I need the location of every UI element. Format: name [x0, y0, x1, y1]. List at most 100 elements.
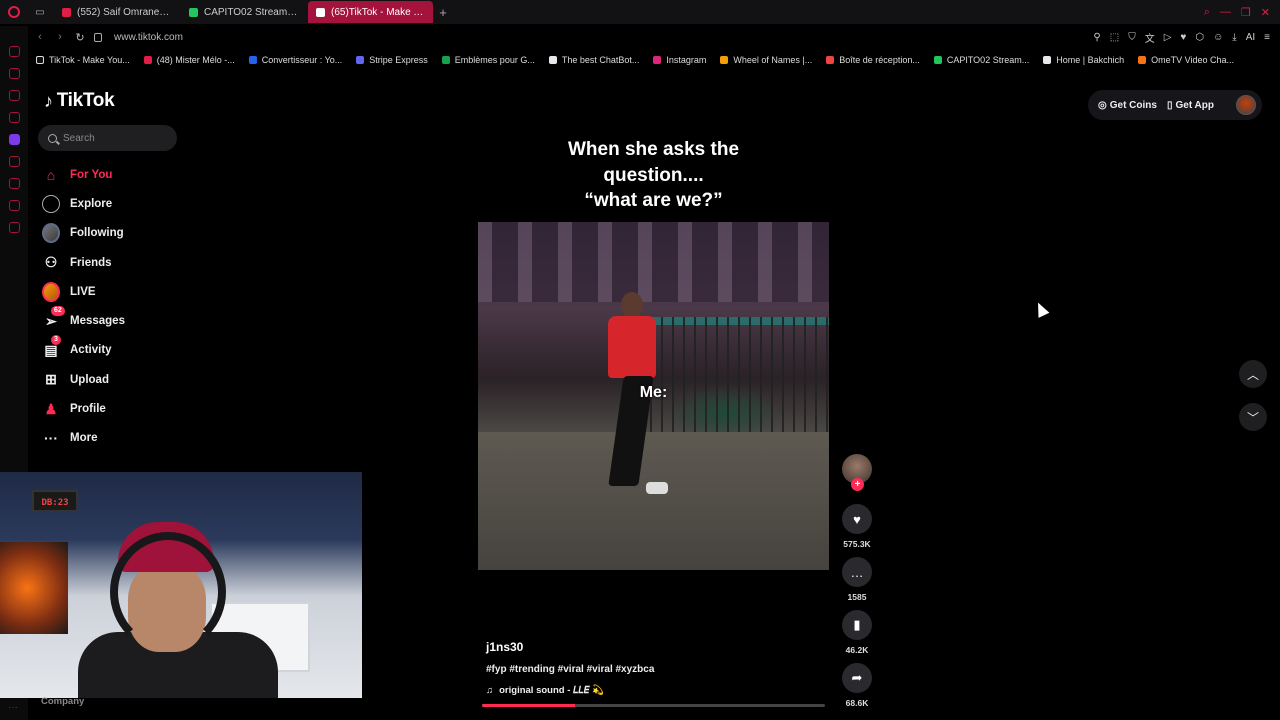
twitch-icon[interactable]: [8, 134, 20, 145]
webcam-led-sign: DB:23: [32, 490, 78, 512]
nav-upload[interactable]: ⊞ Upload: [42, 365, 202, 394]
previous-video-button[interactable]: ︿: [1239, 360, 1267, 388]
video-player[interactable]: Me:: [478, 222, 829, 570]
bookmark-favicon-icon: [1138, 56, 1147, 64]
video-sound[interactable]: ♫ original sound - 𝘓𝘓𝘌 💫: [486, 685, 604, 696]
rail-more-icon[interactable]: ···: [8, 702, 18, 713]
bookmark-item[interactable]: (48) Mister Mélo -...: [143, 55, 235, 65]
aria-icon[interactable]: [8, 68, 20, 79]
account-icon[interactable]: ☺: [1213, 32, 1223, 43]
tab-tiktok[interactable]: (65)TikTok - Make You: [308, 1, 433, 23]
forward-icon[interactable]: ›: [54, 31, 66, 43]
follow-plus-icon[interactable]: +: [851, 478, 864, 491]
nav-messages[interactable]: ➢ 62 Messages: [42, 306, 202, 335]
nav-explore[interactable]: Explore: [42, 189, 202, 218]
play-icon[interactable]: ▷: [1164, 32, 1172, 43]
bookmark-favicon-icon: [933, 56, 942, 64]
window-controls: ⌕ — ❐ ✕: [1204, 6, 1280, 19]
video-progress-bar[interactable]: [482, 704, 825, 707]
video-overlay-text: Me:: [639, 384, 668, 401]
nav-friends[interactable]: ⚇ Friends: [42, 248, 202, 277]
workspaces-icon[interactable]: ▭: [28, 0, 52, 24]
messenger-icon[interactable]: [8, 90, 20, 101]
url-field[interactable]: www.tiktok.com: [114, 32, 183, 43]
bookmarks-bar: TikTok - Make You... (48) Mister Mélo -.…: [28, 51, 1280, 69]
snapshot-icon[interactable]: ⬚: [1110, 32, 1119, 43]
bookmark-item[interactable]: OmeTV Video Cha...: [1138, 55, 1234, 65]
new-tab-button[interactable]: +: [433, 5, 453, 20]
kick-favicon-icon: [189, 7, 198, 17]
user-avatar[interactable]: [1236, 95, 1256, 115]
nav-live[interactable]: LIVE: [42, 277, 202, 306]
ai-button[interactable]: AI: [1246, 32, 1255, 43]
video-hashtags[interactable]: #fyp #trending #viral #viral #xyzbca: [486, 664, 654, 675]
mail-icon[interactable]: [8, 112, 20, 123]
heart-icon[interactable]: ♥: [1180, 32, 1186, 43]
address-tools: ⚲ ⬚ ⛉ 文 ▷ ♥ ⬡ ☺ ⤓ AI ≡: [1093, 30, 1280, 45]
bookmark-item[interactable]: Home | Bakchich: [1043, 55, 1124, 65]
comment-icon: …: [842, 557, 872, 587]
activity-icon: ▤ 3: [42, 335, 61, 359]
reload-icon[interactable]: ↻: [74, 31, 86, 44]
bookmark-item[interactable]: The best ChatBot...: [548, 55, 639, 65]
like-action[interactable]: ♥ 575.3K: [842, 504, 872, 549]
nav-more[interactable]: ··· More: [42, 424, 202, 453]
save-action[interactable]: ▮ 46.2K: [842, 610, 872, 655]
bookmark-item[interactable]: CAPITO02 Stream...: [933, 55, 1029, 65]
more-icon: ···: [44, 430, 58, 447]
nav-following[interactable]: Following: [42, 219, 202, 248]
maximize-icon[interactable]: ❐: [1241, 6, 1251, 19]
search-input[interactable]: [63, 132, 173, 144]
bookmark-item[interactable]: TikTok - Make You...: [36, 55, 130, 65]
nav-activity[interactable]: ▤ 3 Activity: [42, 335, 202, 365]
save-count: 46.2K: [845, 645, 869, 655]
tiktok-nav: ⌂ For You Explore Following ⚇ Friends LI…: [42, 160, 202, 453]
bookmark-item[interactable]: Convertisseur : Yo...: [248, 55, 342, 65]
bookmark-favicon-icon: [356, 56, 365, 64]
bookmark-pin-icon[interactable]: ⚲: [1093, 32, 1100, 43]
search-bar: [38, 125, 177, 151]
bookmark-favicon-icon: [826, 56, 835, 64]
downloads-icon[interactable]: [8, 200, 20, 211]
get-app-button[interactable]: ▯ Get App: [1167, 100, 1214, 111]
speed-dial-icon[interactable]: [8, 46, 20, 57]
bookmark-item[interactable]: Instagram: [653, 55, 706, 65]
comment-action[interactable]: … 1585: [842, 557, 872, 602]
history-icon[interactable]: [8, 178, 20, 189]
lock-icon[interactable]: [94, 32, 102, 42]
tab-youtube[interactable]: (552) Saif Omrane - Hedhi: [54, 1, 179, 23]
footer-company-link[interactable]: Company: [41, 696, 84, 707]
video-progress-fill: [482, 704, 575, 707]
minimize-icon[interactable]: —: [1220, 6, 1231, 19]
creator-avatar[interactable]: +: [842, 454, 872, 491]
bookmark-item[interactable]: Wheel of Names |...: [720, 55, 812, 65]
compass-icon: [42, 194, 60, 213]
get-coins-button[interactable]: ◎ Get Coins: [1098, 100, 1157, 111]
bookmark-item[interactable]: Stripe Express: [356, 55, 428, 65]
video-username[interactable]: j1ns30: [486, 640, 523, 654]
back-icon[interactable]: ‹: [34, 31, 46, 43]
vpn-shield-icon[interactable]: ⛉: [1128, 32, 1136, 43]
opera-logo[interactable]: [0, 0, 28, 24]
chevron-down-icon: ﹀: [1246, 410, 1259, 425]
player-icon[interactable]: [8, 156, 20, 167]
close-icon[interactable]: ✕: [1261, 6, 1270, 19]
share-action[interactable]: ➦ 68.6K: [842, 663, 872, 708]
menu-icon[interactable]: ≡: [1264, 32, 1270, 43]
nav-profile[interactable]: ♟ Profile: [42, 394, 202, 423]
nav-for-you[interactable]: ⌂ For You: [42, 160, 202, 189]
bookmark-item[interactable]: Boîte de réception...: [826, 55, 920, 65]
settings-icon[interactable]: [8, 222, 20, 233]
tiktok-logo[interactable]: ♪ TikTok: [44, 90, 115, 112]
bookmark-favicon-icon: [36, 56, 44, 64]
share-icon: ➦: [842, 663, 872, 693]
bookmark-favicon-icon: [143, 56, 152, 64]
extensions-icon[interactable]: ⬡: [1195, 32, 1204, 43]
tab-kick[interactable]: CAPITO02 Stream - Watch: [181, 1, 306, 23]
translate-icon[interactable]: 文: [1145, 30, 1155, 45]
next-video-button[interactable]: ﹀: [1239, 403, 1267, 431]
search-tabs-icon[interactable]: ⌕: [1204, 6, 1210, 19]
tiktok-note-icon: ♪: [44, 90, 53, 111]
bookmark-item[interactable]: Emblèmes pour G...: [441, 55, 535, 65]
download-icon[interactable]: ⤓: [1232, 32, 1236, 43]
